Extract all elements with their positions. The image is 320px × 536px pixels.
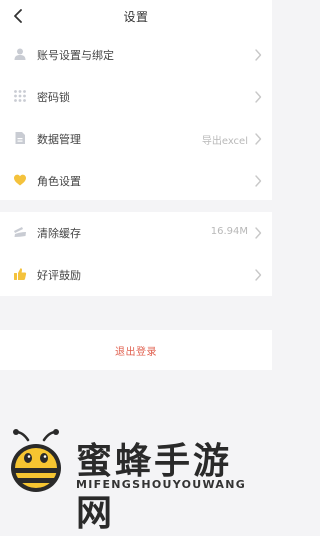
header-bar: 设置 bbox=[0, 0, 272, 34]
cache-size-value: 16.94M bbox=[210, 226, 248, 237]
document-icon bbox=[13, 131, 27, 145]
user-icon bbox=[13, 47, 27, 61]
chevron-right-icon bbox=[255, 91, 262, 103]
watermark: 蜜蜂手游网 MIFENGSHOUYOUWANG bbox=[6, 420, 268, 534]
chevron-right-icon bbox=[255, 175, 262, 187]
row-clear-cache[interactable]: 清除缓存 16.94M bbox=[0, 212, 272, 254]
row-label: 密码锁 bbox=[37, 91, 70, 104]
heart-icon bbox=[13, 173, 27, 187]
bee-logo-icon bbox=[11, 429, 61, 492]
settings-group-misc: 清除缓存 16.94M 好评鼓励 bbox=[0, 212, 272, 296]
row-role-settings[interactable]: 角色设置 bbox=[0, 160, 272, 202]
row-rate-encourage[interactable]: 好评鼓励 bbox=[0, 254, 272, 296]
row-data-management[interactable]: 数据管理 导出excel bbox=[0, 118, 272, 160]
row-password-lock[interactable]: 密码锁 bbox=[0, 76, 272, 118]
row-account-binding[interactable]: 账号设置与绑定 bbox=[0, 34, 272, 76]
chevron-right-icon bbox=[255, 133, 262, 145]
watermark-sub: MIFENGSHOUYOUWANG bbox=[76, 478, 247, 491]
broom-icon bbox=[13, 225, 27, 239]
page-title: 设置 bbox=[123, 10, 149, 24]
logout-button[interactable]: 退出登录 bbox=[0, 330, 272, 370]
row-label: 账号设置与绑定 bbox=[37, 49, 114, 62]
chevron-right-icon bbox=[255, 49, 262, 61]
grid-dots-icon bbox=[13, 89, 27, 103]
export-excel-value: 导出excel bbox=[201, 136, 248, 147]
settings-page: 设置 账号设置与绑定 密码锁 数据管理 导出excel 角色设置 清除缓存 16… bbox=[0, 0, 272, 534]
thumbs-up-icon bbox=[13, 267, 27, 281]
row-label: 清除缓存 bbox=[37, 227, 81, 240]
settings-group-main: 账号设置与绑定 密码锁 数据管理 导出excel 角色设置 bbox=[0, 34, 272, 200]
chevron-right-icon bbox=[255, 227, 262, 239]
logout-label: 退出登录 bbox=[115, 346, 157, 358]
chevron-right-icon bbox=[255, 269, 262, 281]
row-label: 数据管理 bbox=[37, 133, 81, 146]
row-label: 好评鼓励 bbox=[37, 269, 81, 282]
row-label: 角色设置 bbox=[37, 175, 81, 188]
